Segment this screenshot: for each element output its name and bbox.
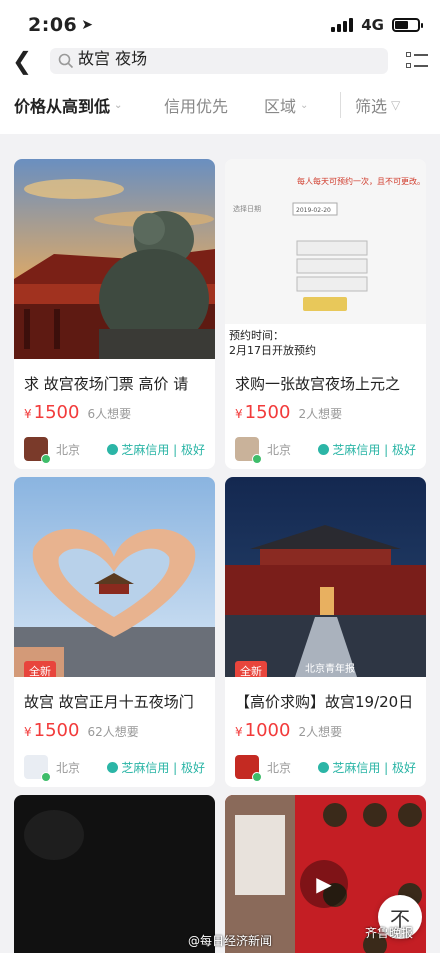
- credit-badge: 芝麻信用 | 极好: [318, 441, 416, 458]
- photo-watermark: 北京青年报: [305, 662, 355, 675]
- seller-row: 北京 芝麻信用 | 极好: [225, 423, 426, 464]
- seller-city: 北京: [267, 442, 292, 457]
- listing-image: 全新: [14, 477, 215, 677]
- wechat-watermark: 齐鲁晚报: [365, 926, 414, 940]
- weibo-watermark: @每日经济新闻: [188, 934, 273, 948]
- listing-title: 求购一张故宫夜场上元之: [235, 375, 401, 393]
- listing-price: ¥1500: [24, 402, 80, 423]
- seller-row: 北京 芝麻信用 | 极好: [14, 423, 215, 464]
- sesame-credit-icon: [318, 443, 330, 455]
- list-view-icon[interactable]: [406, 51, 428, 71]
- filter-label: 筛选: [355, 97, 388, 116]
- booking-caption: 预约时间：: [229, 329, 284, 342]
- search-query: 故宫 夜场: [78, 49, 148, 68]
- credit-badge: 芝麻信用 | 极好: [107, 759, 205, 776]
- sort-price-desc[interactable]: 价格从高到低 ⌄: [14, 93, 164, 117]
- listing-card[interactable]: [14, 795, 215, 953]
- booking-rule-text: 每人每天可预约一次，且不可更改。: [297, 176, 425, 186]
- network-type: 4G: [361, 16, 384, 34]
- listing-price: ¥1500: [235, 402, 291, 423]
- status-bar: 2:06 ➤ 4G: [0, 0, 440, 50]
- signal-icon: [331, 18, 354, 32]
- listing-title: 【高价求购】故宫19/20日: [235, 693, 414, 711]
- listing-image: 北京青年报 全新: [225, 477, 426, 677]
- divider: [340, 92, 341, 118]
- funnel-icon: ▽: [391, 98, 401, 112]
- chevron-down-icon: ⌄: [300, 99, 309, 111]
- listing-price: ¥1000: [235, 720, 291, 741]
- credit-badge: 芝麻信用 | 极好: [107, 441, 205, 458]
- status-time: 2:06: [28, 14, 78, 36]
- filter-label: 区域: [264, 97, 297, 116]
- filter-bar: 价格从高到低 ⌄ 信用优先 区域 ⌄ 筛选 ▽: [0, 76, 440, 134]
- search-icon: [58, 53, 74, 69]
- want-count: 62人想要: [87, 725, 139, 739]
- seller-city: 北京: [56, 760, 81, 775]
- listing-card[interactable]: 求 故宫夜场门票 高价 请 ¥1500 6人想要 北京 芝麻信用 | 极好: [14, 159, 215, 469]
- listing-image: 每人每天可预约一次，且不可更改。 选择日期 2019-02-20 预约时间： 2…: [225, 159, 426, 359]
- price-row: ¥1000 2人想要: [225, 712, 426, 741]
- status-right: 4G: [331, 16, 423, 34]
- sesame-credit-icon: [107, 761, 119, 773]
- chevron-down-icon: ⌄: [114, 99, 123, 111]
- back-icon[interactable]: ❮: [12, 47, 44, 75]
- avatar[interactable]: [235, 755, 262, 782]
- filter-label: 信用优先: [164, 97, 229, 116]
- price-row: ¥1500 2人想要: [225, 394, 426, 423]
- sort-credit[interactable]: 信用优先: [164, 93, 264, 117]
- filter-region[interactable]: 区域 ⌄: [264, 93, 340, 117]
- search-row: ❮ 故宫 夜场: [0, 46, 440, 76]
- booking-open-date: 2月17日开放预约: [229, 343, 316, 357]
- want-count: 6人想要: [87, 407, 132, 421]
- filter-more[interactable]: 筛选 ▽: [355, 93, 400, 117]
- search-input[interactable]: 故宫 夜场: [50, 48, 388, 74]
- listing-grid: 求 故宫夜场门票 高价 请 ¥1500 6人想要 北京 芝麻信用 | 极好 每人…: [0, 159, 440, 953]
- location-arrow-icon: ➤: [81, 17, 93, 33]
- filter-label: 价格从高到低: [14, 97, 111, 116]
- credit-badge: 芝麻信用 | 极好: [318, 759, 416, 776]
- price-row: ¥1500 6人想要: [14, 394, 215, 423]
- listing-image: [14, 159, 215, 359]
- sesame-credit-icon: [318, 761, 330, 773]
- price-row: ¥1500 62人想要: [14, 712, 215, 741]
- sesame-credit-icon: [107, 443, 119, 455]
- listing-card[interactable]: 北京青年报 全新 【高价求购】故宫19/20日 ¥1000 2人想要 北京 芝麻…: [225, 477, 426, 787]
- listing-title: 求 故宫夜场门票 高价 请: [24, 375, 189, 393]
- seller-city: 北京: [56, 442, 81, 457]
- booking-date-label: 选择日期: [233, 204, 261, 213]
- avatar[interactable]: [24, 437, 51, 464]
- listing-image: [14, 795, 215, 953]
- play-video-icon[interactable]: ▶: [300, 860, 348, 908]
- booking-date-value: 2019-02-20: [296, 207, 331, 214]
- avatar[interactable]: [24, 755, 51, 782]
- listing-title: 故宫 故宫正月十五夜场门: [24, 693, 194, 711]
- new-badge: 全新: [24, 661, 56, 677]
- listing-price: ¥1500: [24, 720, 80, 741]
- want-count: 2人想要: [298, 725, 343, 739]
- seller-row: 北京 芝麻信用 | 极好: [225, 741, 426, 782]
- listing-card[interactable]: 全新 故宫 故宫正月十五夜场门 ¥1500 62人想要 北京 芝麻信用 | 极好: [14, 477, 215, 787]
- want-count: 2人想要: [298, 407, 343, 421]
- new-badge: 全新: [235, 661, 267, 677]
- avatar[interactable]: [235, 437, 262, 464]
- listing-card[interactable]: 每人每天可预约一次，且不可更改。 选择日期 2019-02-20 预约时间： 2…: [225, 159, 426, 469]
- seller-row: 北京 芝麻信用 | 极好: [14, 741, 215, 782]
- seller-city: 北京: [267, 760, 292, 775]
- battery-icon: [392, 18, 423, 32]
